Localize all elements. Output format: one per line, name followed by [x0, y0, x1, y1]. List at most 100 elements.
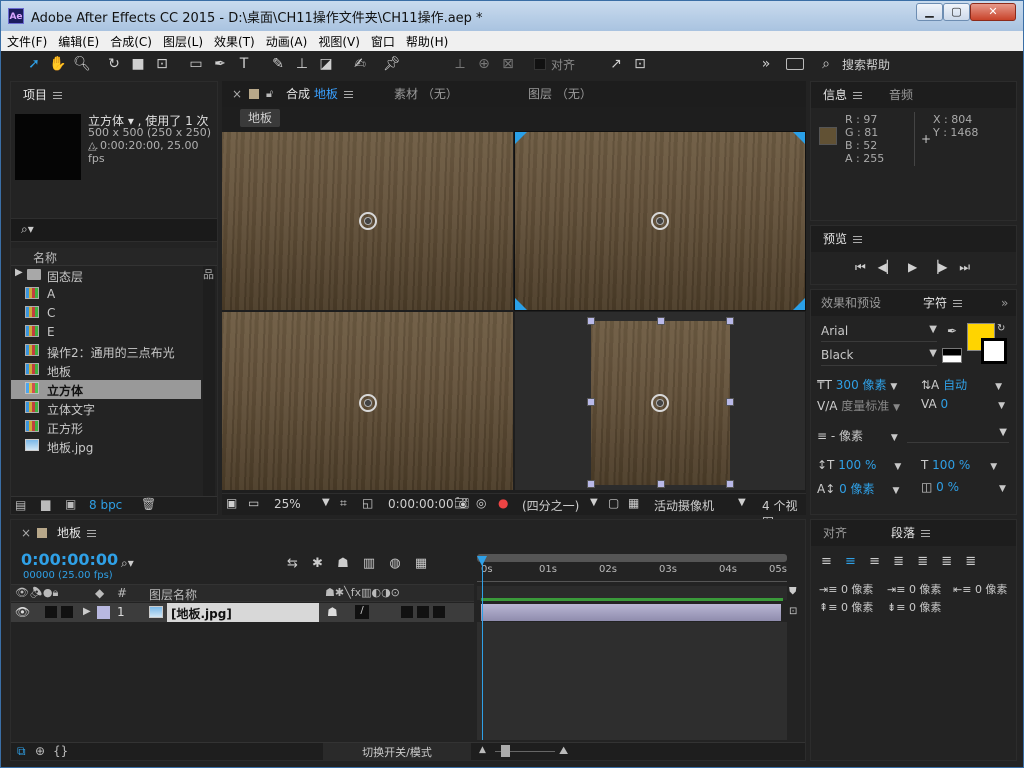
transform-handle[interactable] [726, 480, 734, 488]
panel-menu-icon[interactable] [53, 92, 63, 99]
puppet-tool-icon[interactable]: 📌︎ [382, 54, 402, 74]
flowchart-icon[interactable]: 品 [203, 266, 214, 282]
panel-menu-icon[interactable] [921, 530, 931, 537]
close-button[interactable]: ✕ [970, 3, 1016, 21]
tab-paragraph[interactable]: 段落 [891, 520, 931, 546]
hand-tool-icon[interactable]: ✋ [48, 54, 68, 74]
panel-menu-icon[interactable] [853, 236, 863, 243]
comp-timecode[interactable]: 0:00:00:00 [388, 497, 454, 511]
quality-switch-icon[interactable]: / [355, 605, 369, 619]
interpret-footage-icon[interactable]: ▤ [15, 498, 26, 512]
list-item-selected[interactable]: 立方体 [11, 380, 201, 399]
timeline-track-area[interactable] [477, 622, 787, 740]
transform-handle[interactable] [726, 317, 734, 325]
time-ruler[interactable]: 0s 01s 02s 03s 04s 05s [477, 564, 787, 582]
bpc-indicator[interactable]: 8 bpc [89, 498, 122, 512]
swap-colors-icon[interactable]: ↻ [997, 323, 1005, 334]
show-snapshot-icon[interactable]: ◎ [476, 496, 486, 510]
transform-handle[interactable] [657, 480, 665, 488]
timeline-search-icon[interactable]: ⌕▾ [121, 556, 134, 571]
tab-composition[interactable]: 合成 地板 [286, 81, 353, 107]
resolution-dropdown[interactable]: (四分之一) [522, 497, 579, 514]
zoom-tool-icon[interactable]: 🔍︎ [72, 54, 92, 74]
zoom-value[interactable]: 25% [274, 497, 301, 511]
layer-row[interactable]: 👁︎ ▶ 1 [地板.jpg] ☗ / [11, 603, 474, 622]
tab-overflow-icon[interactable]: » [1001, 290, 1008, 316]
font-family-dropdown[interactable]: Arial ▼ [821, 324, 937, 342]
layer-name[interactable]: [地板.jpg] [167, 603, 319, 622]
brush-tool-icon[interactable]: ✎ [268, 54, 288, 74]
region-icon[interactable]: ◱ [362, 496, 373, 510]
always-preview-icon[interactable]: ▣ [226, 496, 237, 510]
trash-icon[interactable]: 🗑︎ [141, 497, 156, 511]
list-item[interactable]: C [11, 304, 201, 323]
list-item[interactable]: A [11, 285, 201, 304]
pan-behind-tool-icon[interactable]: ⊡ [152, 54, 172, 74]
search-help-field[interactable]: 搜索帮助 [842, 56, 890, 73]
new-composition-icon[interactable]: ▣ [65, 497, 76, 511]
eraser-tool-icon[interactable]: ◪ [316, 54, 336, 74]
menu-effect[interactable]: 效果(T) [208, 31, 260, 51]
tab-align[interactable]: 对齐 [823, 520, 847, 546]
camera-dropdown-icon[interactable]: ▼ [738, 497, 746, 508]
tab-audio[interactable]: 音频 [889, 82, 913, 108]
local-axis-icon[interactable]: ⟂ [450, 54, 470, 74]
project-search-bar[interactable]: ⌕▾ [11, 218, 217, 242]
justify-center-icon[interactable]: ≣ [917, 554, 928, 569]
indent-right-field[interactable]: ⇤≡ 0 像素 [953, 581, 1007, 597]
indent-first-field[interactable]: ⇥≡ 0 像素 [887, 581, 941, 597]
menu-layer[interactable]: 图层(L) [157, 31, 208, 51]
project-scrollbar[interactable] [203, 266, 215, 496]
comp-name-chip[interactable]: 地板 [240, 109, 281, 127]
lock-icon[interactable]: 🔓︎ [266, 87, 273, 101]
leading-field[interactable]: ⇅A 自动 ▼ [921, 376, 1002, 393]
transform-handle[interactable] [587, 317, 595, 325]
align-center-icon[interactable]: ≡ [845, 554, 856, 569]
horizontal-scale-field[interactable]: T 100 % ▼ [921, 458, 997, 472]
in-out-icon[interactable]: {} [53, 744, 68, 758]
close-tab-icon[interactable]: × [232, 81, 242, 107]
panel-menu-icon[interactable] [953, 300, 963, 307]
vertical-scale-field[interactable]: ↕T 100 % ▼ [817, 458, 901, 472]
switch-box[interactable] [433, 606, 445, 618]
maximize-button[interactable]: ▢ [943, 3, 970, 21]
transform-handle[interactable] [726, 398, 734, 406]
menu-composition[interactable]: 合成(C) [104, 31, 157, 51]
expand-arrow-icon[interactable]: ▶ [15, 267, 23, 278]
zoom-dropdown-icon[interactable]: ▼ [322, 497, 330, 508]
anchor-point-icon[interactable] [359, 212, 377, 230]
audio-toggle[interactable] [45, 606, 57, 618]
roi-icon[interactable]: ▢ [608, 496, 619, 510]
motion-blur-icon[interactable]: ◍ [389, 556, 400, 571]
new-folder-icon[interactable]: ▆ [41, 497, 50, 511]
work-area-bar[interactable] [477, 554, 787, 562]
list-item[interactable]: ▶ 固态层 [11, 266, 201, 285]
menu-window[interactable]: 窗口 [365, 31, 400, 51]
menu-animation[interactable]: 动画(A) [260, 31, 313, 51]
zoom-in-icon[interactable]: ⛰ [559, 744, 568, 758]
camera-tool-icon[interactable]: ■ [128, 54, 148, 74]
snapshot-icon[interactable]: 📷︎ [454, 496, 469, 510]
tab-project[interactable]: 项目 [23, 82, 63, 108]
stroke-style-dropdown[interactable]: ▼ [907, 427, 1009, 443]
align-left-icon[interactable]: ≡ [821, 554, 832, 569]
pen-tool-icon[interactable]: ✒ [210, 54, 230, 74]
transform-handle[interactable] [657, 317, 665, 325]
stroke-color-swatch[interactable] [981, 338, 1007, 364]
tab-layer[interactable]: 图层 （无） [528, 81, 592, 107]
rectangle-tool-icon[interactable]: ▭ [186, 54, 206, 74]
last-frame-icon[interactable]: ⏭︎ [959, 260, 970, 274]
tab-preview[interactable]: 预览 [823, 226, 863, 252]
clone-stamp-tool-icon[interactable]: ⊥ [292, 54, 312, 74]
channel-icon[interactable]: ● [498, 496, 508, 510]
tracking-field[interactable]: VA 0 ▼ [921, 397, 1005, 411]
timeline-timecode[interactable]: 0:00:00:00 [21, 550, 118, 569]
tab-character[interactable]: 字符 [923, 290, 963, 316]
close-tab-icon[interactable]: × [21, 520, 31, 546]
column-layer-name[interactable]: 图层名称 [149, 586, 197, 603]
comp-mini-flowchart-icon[interactable]: ⇆ [287, 556, 298, 571]
font-style-dropdown[interactable]: Black ▼ [821, 348, 937, 366]
comp-button-icon[interactable]: ⛊ [789, 586, 803, 600]
transform-handle[interactable] [587, 480, 595, 488]
tab-timeline-comp[interactable]: 地板 [57, 520, 97, 546]
